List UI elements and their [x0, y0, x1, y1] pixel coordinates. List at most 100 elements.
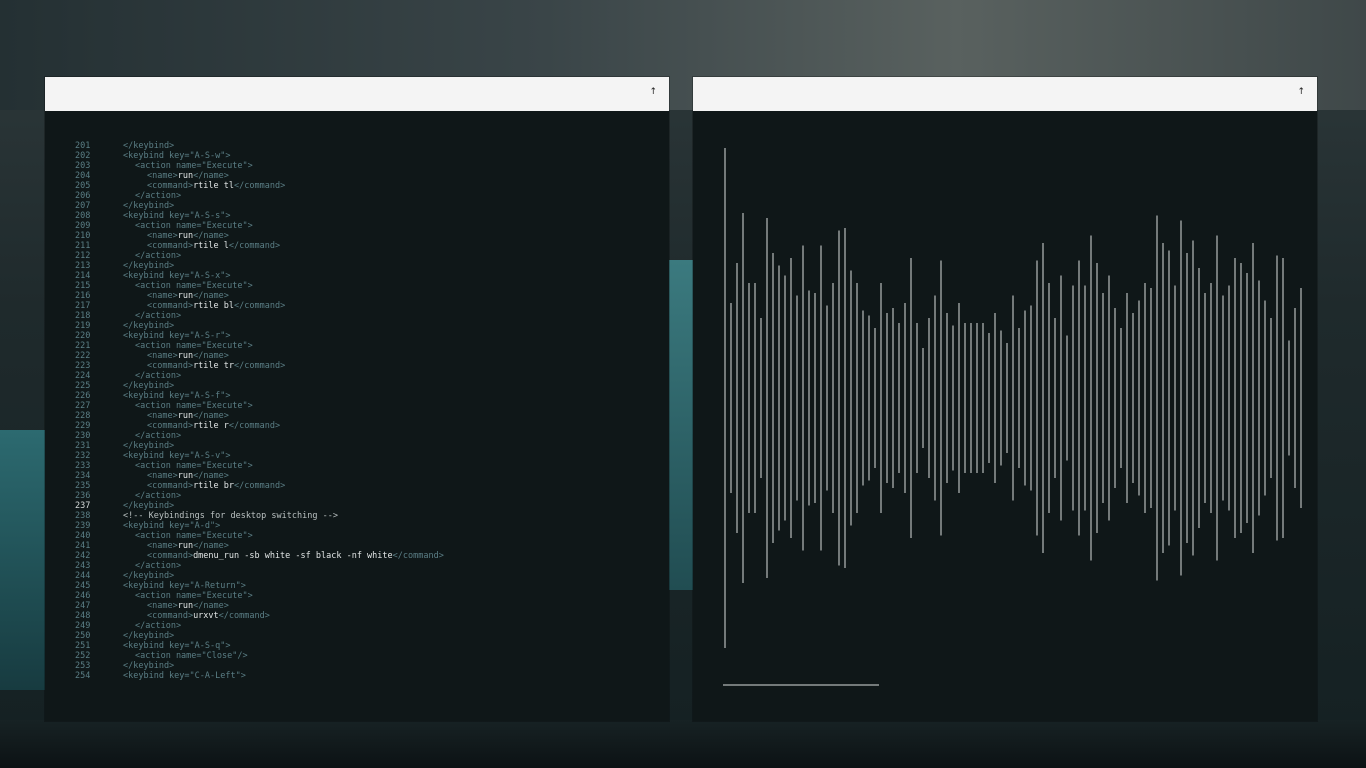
line-number: 218 — [75, 311, 91, 321]
code-value: run — [177, 541, 194, 551]
code-line[interactable]: 248 <command>urxvt</command> — [45, 611, 669, 621]
maximize-icon[interactable]: ↑ — [649, 87, 657, 97]
code-line[interactable]: 242 <command>dmenu_run -sb white -sf blac… — [45, 551, 669, 561]
line-number: 245 — [75, 581, 91, 591]
line-number: 208 — [75, 211, 91, 221]
line-number: 233 — [75, 461, 91, 471]
line-number: 217 — [75, 301, 91, 311]
code-line[interactable]: 201 </keybind> — [45, 141, 669, 151]
line-number: 235 — [75, 481, 91, 491]
code-line[interactable]: 243 </action> — [45, 561, 669, 571]
code-line[interactable]: 213 </keybind> — [45, 261, 669, 271]
code-line[interactable]: 232 <keybind key="A-S-v"> — [45, 451, 669, 461]
code-line[interactable]: 245 <keybind key="A-Return"> — [45, 581, 669, 591]
code-line[interactable]: 224 </action> — [45, 371, 669, 381]
code-line[interactable]: 202 <keybind key="A-S-w"> — [45, 151, 669, 161]
code-line[interactable]: 250 </keybind> — [45, 631, 669, 641]
code-tag: </name> — [193, 541, 229, 551]
line-number: 203 — [75, 161, 91, 171]
code-line[interactable]: 233 <action name="Execute"> — [45, 461, 669, 471]
code-line[interactable]: 217 <command>rtile bl</command> — [45, 301, 669, 311]
code-line[interactable]: 205 <command>rtile tl</command> — [45, 181, 669, 191]
code-text: </action> — [135, 561, 181, 571]
visualizer-titlebar[interactable]: ↑ — [693, 77, 1317, 111]
editor-titlebar[interactable]: ↑ — [45, 77, 669, 111]
code-text: <name>run</name> — [147, 471, 229, 481]
code-line[interactable]: 253 </keybind> — [45, 661, 669, 671]
code-line[interactable]: 249 </action> — [45, 621, 669, 631]
code-line[interactable]: 234 <name>run</name> — [45, 471, 669, 481]
code-text: <command>dmenu_run -sb white -sf black -… — [147, 551, 444, 561]
code-text: </keybind> — [123, 661, 174, 671]
code-line[interactable]: 244 </keybind> — [45, 571, 669, 581]
maximize-icon[interactable]: ↑ — [1297, 87, 1305, 97]
code-line[interactable]: 223 <command>rtile tr</command> — [45, 361, 669, 371]
code-line[interactable]: 227 <action name="Execute"> — [45, 401, 669, 411]
code-tag: <command> — [147, 481, 194, 491]
code-line[interactable]: 210 <name>run</name> — [45, 231, 669, 241]
code-editor[interactable]: 201 </keybind> 202 <keybind key="A-S-w"> 203… — [45, 111, 669, 721]
code-tag: <name> — [147, 231, 178, 241]
code-value: run — [177, 351, 194, 361]
code-line[interactable]: 231 </keybind> — [45, 441, 669, 451]
code-line[interactable]: 237 </keybind> — [45, 501, 669, 511]
code-line[interactable]: 240 <action name="Execute"> — [45, 531, 669, 541]
code-line[interactable]: 228 <name>run</name> — [45, 411, 669, 421]
code-line[interactable]: 221 <action name="Execute"> — [45, 341, 669, 351]
code-text: <keybind key="A-d"> — [123, 521, 220, 531]
code-line[interactable]: 214 <keybind key="A-S-x"> — [45, 271, 669, 281]
code-line[interactable]: 254 <keybind key="C-A-Left"> — [45, 671, 669, 681]
code-tag: <action name="Execute"> — [135, 531, 253, 541]
code-text: </keybind> — [123, 201, 174, 211]
code-line[interactable]: 246 <action name="Execute"> — [45, 591, 669, 601]
code-line[interactable]: 218 </action> — [45, 311, 669, 321]
code-line[interactable]: 203 <action name="Execute"> — [45, 161, 669, 171]
code-line[interactable]: 204 <name>run</name> — [45, 171, 669, 181]
code-line[interactable]: 220 <keybind key="A-S-r"> — [45, 331, 669, 341]
line-number: 214 — [75, 271, 91, 281]
code-line[interactable]: 230 </action> — [45, 431, 669, 441]
code-line[interactable]: 226 <keybind key="A-S-f"> — [45, 391, 669, 401]
code-line[interactable]: 236 </action> — [45, 491, 669, 501]
code-text: <name>run</name> — [147, 601, 229, 611]
code-line[interactable]: 215 <action name="Execute"> — [45, 281, 669, 291]
code-line[interactable]: 239 <keybind key="A-d"> — [45, 521, 669, 531]
code-line[interactable]: 206 </action> — [45, 191, 669, 201]
code-line[interactable]: 207 </keybind> — [45, 201, 669, 211]
code-line[interactable]: 211 <command>rtile l</command> — [45, 241, 669, 251]
code-value: dmenu_run -sb white -sf black -nf white — [193, 551, 393, 561]
code-value: urxvt — [193, 611, 219, 621]
code-line[interactable]: 238 <!-- Keybindings for desktop switchin… — [45, 511, 669, 521]
code-value: rtile bl — [193, 301, 235, 311]
line-number: 230 — [75, 431, 91, 441]
line-number: 210 — [75, 231, 91, 241]
code-line[interactable]: 222 <name>run</name> — [45, 351, 669, 361]
editor-window[interactable]: ↑ 201 </keybind> 202 <keybind key="A-S-w"> 2… — [45, 77, 669, 721]
code-tag: <keybind key="A-S-w"> — [123, 151, 231, 161]
code-text: </action> — [135, 491, 181, 501]
code-line[interactable]: 241 <name>run</name> — [45, 541, 669, 551]
code-line[interactable]: 219 </keybind> — [45, 321, 669, 331]
code-line[interactable]: 212 </action> — [45, 251, 669, 261]
line-number: 224 — [75, 371, 91, 381]
code-tag: </keybind> — [123, 321, 175, 331]
code-line[interactable]: 251 <keybind key="A-S-q"> — [45, 641, 669, 651]
code-line[interactable]: 247 <name>run</name> — [45, 601, 669, 611]
code-line[interactable]: 216 <name>run</name> — [45, 291, 669, 301]
code-tag: </command> — [234, 361, 286, 371]
code-line[interactable]: 225 </keybind> — [45, 381, 669, 391]
code-line[interactable]: 209 <action name="Execute"> — [45, 221, 669, 231]
line-number: 231 — [75, 441, 91, 451]
line-number: 209 — [75, 221, 91, 231]
code-line[interactable]: 235 <command>rtile br</command> — [45, 481, 669, 491]
code-line[interactable]: 229 <command>rtile r</command> — [45, 421, 669, 431]
code-value: rtile tr — [193, 361, 235, 371]
code-tag: <keybind key="A-S-s"> — [123, 211, 231, 221]
line-number: 201 — [75, 141, 91, 151]
line-number: 249 — [75, 621, 91, 631]
code-text: <command>rtile tr</command> — [147, 361, 285, 371]
code-line[interactable]: 208 <keybind key="A-S-s"> — [45, 211, 669, 221]
visualizer-window[interactable]: ↑ — [693, 77, 1317, 721]
code-line[interactable]: 252 <action name="Close"/> — [45, 651, 669, 661]
code-text: <keybind key="A-S-f"> — [123, 391, 230, 401]
